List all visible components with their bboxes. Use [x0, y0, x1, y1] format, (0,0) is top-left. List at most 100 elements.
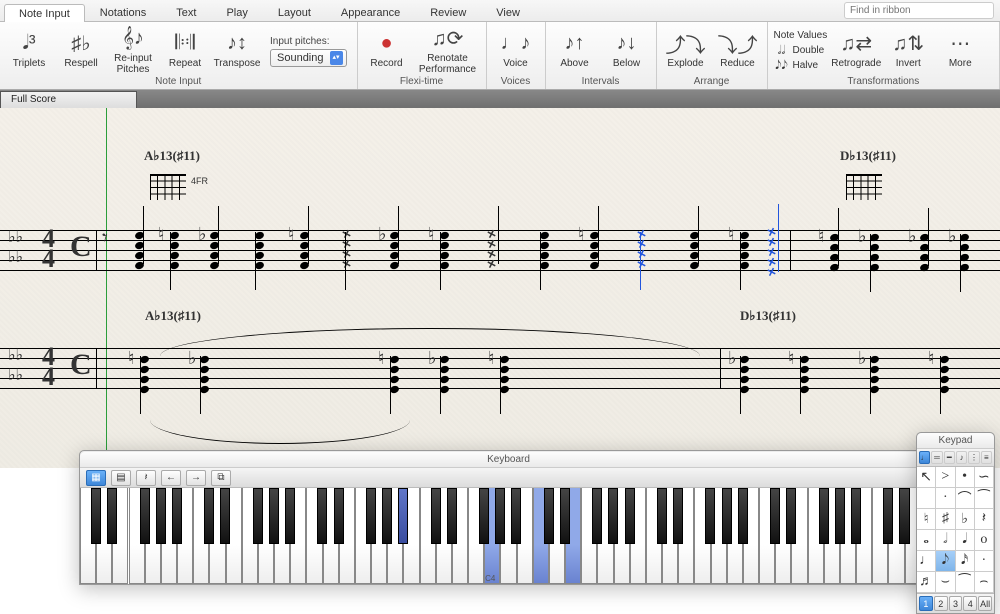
black-key[interactable]	[883, 488, 893, 544]
black-key[interactable]	[625, 488, 635, 544]
renotate-button[interactable]: ♫⟳Renotate Performance	[416, 24, 480, 75]
black-key[interactable]	[786, 488, 796, 544]
keypad-voice-1[interactable]: 1	[919, 596, 933, 611]
tab-note-input[interactable]: Note Input	[4, 4, 85, 22]
chord-symbol[interactable]: D♭13(♯11)	[840, 148, 896, 164]
black-key[interactable]	[851, 488, 861, 544]
black-key[interactable]	[317, 488, 327, 544]
respell-button[interactable]: ♯♭Respell	[58, 29, 104, 70]
keypad-tab-6[interactable]: ≡	[981, 451, 992, 464]
black-key[interactable]	[560, 488, 570, 544]
black-key[interactable]	[220, 488, 230, 544]
black-key[interactable]	[592, 488, 602, 544]
keypad-tab-5[interactable]: ⋮	[968, 451, 979, 464]
keypad-tab-1[interactable]: ♩	[919, 451, 930, 464]
keypad-panel[interactable]: Keypad ♩ ═ ━ ♪ ⋮ ≡ ↖>•∽·⌒⁀♮♯♭𝄽𝅝𝅗𝅥𝅘𝅥o♩𝅘𝅥𝅮…	[916, 432, 995, 614]
keypad-cell[interactable]: ⁀	[975, 488, 994, 509]
tab-notations[interactable]: Notations	[85, 3, 161, 21]
reinput-pitches-button[interactable]: 𝄞♪Re-input Pitches	[110, 24, 156, 75]
black-key[interactable]	[172, 488, 182, 544]
above-button[interactable]: ♪↑Above	[552, 29, 598, 70]
keypad-cell[interactable]: ⁀	[956, 572, 975, 593]
black-key[interactable]	[140, 488, 150, 544]
keypad-cell[interactable]: ♩	[917, 551, 936, 572]
keypad-voice-4[interactable]: 4	[963, 596, 977, 611]
chord-symbol[interactable]: A♭13(♯11)	[144, 148, 200, 164]
keyboard-prev-button[interactable]: ←	[161, 470, 181, 486]
black-key[interactable]	[705, 488, 715, 544]
keypad-cell[interactable]	[917, 488, 936, 509]
keypad-cell[interactable]: ⌣	[936, 572, 955, 593]
keyboard-view2-button[interactable]: ▤	[111, 470, 131, 486]
triplets-button[interactable]: 𝅘𝅥³Triplets	[6, 29, 52, 70]
keypad-cell[interactable]: ·	[975, 551, 994, 572]
more-button[interactable]: ⋯More	[937, 29, 983, 70]
below-button[interactable]: ♪↓Below	[604, 29, 650, 70]
keypad-cell[interactable]: 𝅘𝅥𝅯	[956, 551, 975, 572]
tab-review[interactable]: Review	[415, 3, 481, 21]
keypad-cell[interactable]: 𝅘𝅥𝅮	[936, 551, 955, 572]
keypad-cell[interactable]: ∽	[975, 467, 994, 488]
keypad-cell[interactable]: ⌢	[975, 572, 994, 593]
chord-symbol[interactable]: D♭13(♯11)	[740, 308, 796, 324]
keypad-cell[interactable]: ♭	[956, 509, 975, 530]
black-key[interactable]	[511, 488, 521, 544]
keypad-cell[interactable]: ♬	[917, 572, 936, 593]
tab-view[interactable]: View	[481, 3, 535, 21]
input-pitches-select[interactable]: Sounding ▴▾	[270, 49, 347, 67]
keyboard-panel[interactable]: Keyboard ▦ ▤ 𝄽 ← → ⧉ C4 NORMAL	[79, 450, 938, 585]
keypad-tab-3[interactable]: ━	[944, 451, 955, 464]
black-key[interactable]	[819, 488, 829, 544]
reduce-button[interactable]: ⤵⤴Reduce	[715, 29, 761, 70]
keypad-voice-2[interactable]: 2	[934, 596, 948, 611]
chord-diagram-ab[interactable]: 4FR	[146, 166, 190, 204]
keypad-cell[interactable]: o	[975, 530, 994, 551]
black-key[interactable]	[382, 488, 392, 544]
halve-button[interactable]: 𝅘𝅥𝅮𝅘𝅥𝅮Halve	[774, 59, 828, 73]
tab-play[interactable]: Play	[211, 3, 262, 21]
voice-button[interactable]: ♩♪Voice	[493, 29, 539, 70]
keypad-cell[interactable]: ♮	[917, 509, 936, 530]
transpose-button[interactable]: ♪↕Transpose	[214, 29, 260, 70]
black-key[interactable]	[269, 488, 279, 544]
keypad-cell[interactable]: 𝅝	[917, 530, 936, 551]
keypad-voice-3[interactable]: 3	[949, 596, 963, 611]
score-canvas[interactable]: A♭13(♯11) 4FR D♭13(♯11) A♭13(♯11) D♭13(♯…	[0, 108, 1000, 468]
black-key[interactable]	[495, 488, 505, 544]
chord-diagram-db[interactable]	[842, 166, 886, 204]
ribbon-search-input[interactable]	[844, 2, 994, 19]
black-key[interactable]	[447, 488, 457, 544]
black-key[interactable]	[204, 488, 214, 544]
black-key[interactable]	[479, 488, 489, 544]
keyboard-window-button[interactable]: ⧉	[211, 470, 231, 486]
tab-appearance[interactable]: Appearance	[326, 3, 415, 21]
black-key[interactable]	[431, 488, 441, 544]
black-key[interactable]	[334, 488, 344, 544]
black-key[interactable]	[398, 488, 408, 544]
keypad-cell[interactable]: ·	[936, 488, 955, 509]
keypad-tab-2[interactable]: ═	[931, 451, 942, 464]
keypad-cell[interactable]: 𝄽	[975, 509, 994, 530]
piano-keys[interactable]: C4	[80, 488, 937, 584]
black-key[interactable]	[91, 488, 101, 544]
black-key[interactable]	[770, 488, 780, 544]
black-key[interactable]	[657, 488, 667, 544]
keypad-cell[interactable]: >	[936, 467, 955, 488]
black-key[interactable]	[366, 488, 376, 544]
keypad-voice-all[interactable]: All	[978, 596, 992, 611]
black-key[interactable]	[285, 488, 295, 544]
explode-button[interactable]: ⤴⤵Explode	[663, 29, 709, 70]
keypad-cell[interactable]: ⌒	[956, 488, 975, 509]
keyboard-view1-button[interactable]: ▦	[86, 470, 106, 486]
keypad-cell[interactable]: 𝅗𝅥	[936, 530, 955, 551]
keypad-cell[interactable]: 𝅘𝅥	[956, 530, 975, 551]
black-key[interactable]	[738, 488, 748, 544]
black-key[interactable]	[107, 488, 117, 544]
keyboard-next-button[interactable]: →	[186, 470, 206, 486]
keypad-cell[interactable]: ♯	[936, 509, 955, 530]
chord-symbol[interactable]: A♭13(♯11)	[145, 308, 201, 324]
black-key[interactable]	[722, 488, 732, 544]
keypad-cell[interactable]: •	[956, 467, 975, 488]
black-key[interactable]	[835, 488, 845, 544]
retrograde-button[interactable]: ♫⇄Retrograde	[833, 29, 879, 70]
